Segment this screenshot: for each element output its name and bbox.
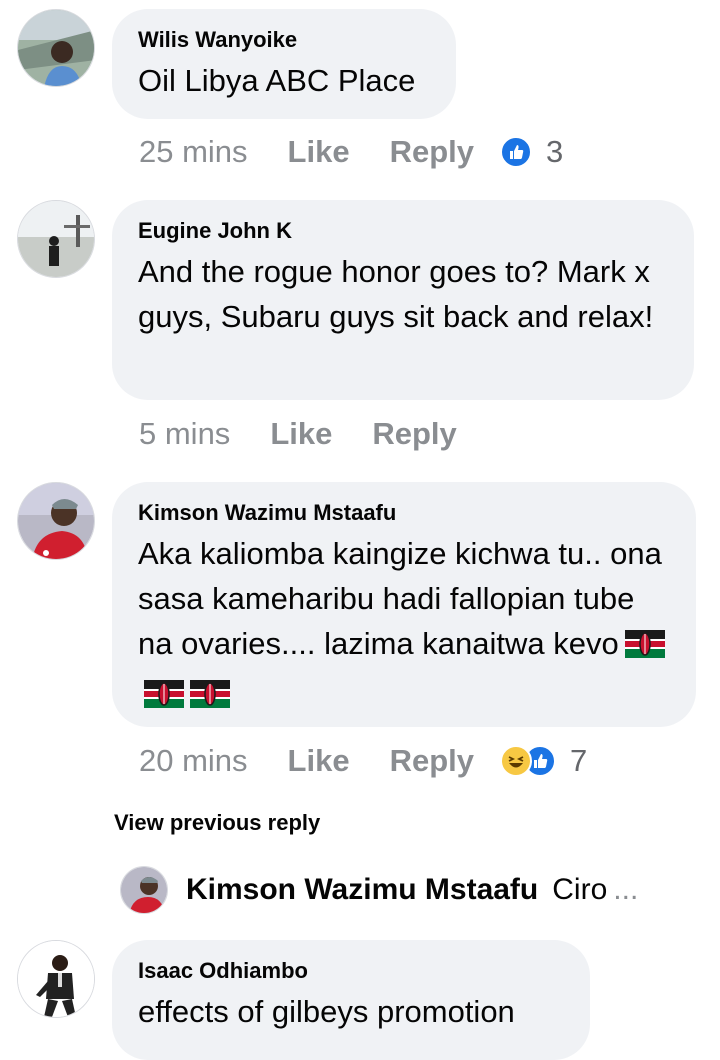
comment-text: Aka kaliomba kaingize kichwa tu.. ona sa… <box>138 531 670 721</box>
reactions-summary[interactable]: 3 <box>500 134 563 170</box>
like-icon <box>500 136 532 168</box>
view-previous-reply-link[interactable]: View previous reply <box>114 810 320 836</box>
kenya-flag-emoji <box>624 626 665 671</box>
comment-author[interactable]: Eugine John K <box>138 216 668 246</box>
avatar-photo <box>18 483 94 559</box>
avatar-photo <box>18 201 94 277</box>
comment-actions: 20 mins Like Reply 7 <box>139 743 587 779</box>
reaction-count: 7 <box>570 743 588 778</box>
comment-author[interactable]: Wilis Wanyoike <box>138 25 430 55</box>
avatar-photo <box>121 867 167 913</box>
comment-bubble: Isaac Odhiambo effects of gilbeys promot… <box>112 940 590 1060</box>
comment-bubble: Eugine John K And the rogue honor goes t… <box>112 200 694 400</box>
reactions-summary[interactable]: 7 <box>500 743 587 779</box>
kenya-flag-emoji <box>144 676 184 721</box>
avatar[interactable] <box>120 866 168 914</box>
comment-author[interactable]: Isaac Odhiambo <box>138 956 564 986</box>
comment-actions: 5 mins Like Reply <box>139 416 457 452</box>
comment-text: Oil Libya ABC Place <box>138 63 416 98</box>
comment-bubble: Kimson Wazimu Mstaafu Aka kaliomba kaing… <box>112 482 696 727</box>
reply-author[interactable]: Kimson Wazimu Mstaafu <box>186 873 538 907</box>
avatar[interactable] <box>17 9 95 87</box>
avatar-photo <box>18 941 94 1017</box>
reaction-count: 3 <box>546 134 564 169</box>
reply-button[interactable]: Reply <box>390 743 474 779</box>
avatar[interactable] <box>17 200 95 278</box>
reply-snippet: Ciro <box>552 873 608 906</box>
timestamp[interactable]: 25 mins <box>139 134 248 170</box>
comment-author[interactable]: Kimson Wazimu Mstaafu <box>138 498 670 528</box>
haha-icon <box>500 745 532 777</box>
comment-text: effects of gilbeys promotion <box>138 994 515 1029</box>
like-button[interactable]: Like <box>288 134 350 170</box>
avatar[interactable] <box>17 940 95 1018</box>
comment-text-body: Aka kaliomba kaingize kichwa tu.. ona sa… <box>138 536 662 661</box>
reply-ellipsis: ... <box>613 873 639 906</box>
like-button[interactable]: Like <box>288 743 350 779</box>
kenya-flag-emoji <box>190 676 230 721</box>
comment-text: And the rogue honor goes to? Mark x guys… <box>138 254 654 334</box>
avatar-photo <box>18 10 94 86</box>
collapsed-reply[interactable]: Kimson Wazimu Mstaafu Ciro ... <box>120 866 638 914</box>
like-button[interactable]: Like <box>270 416 332 452</box>
comment-bubble: Wilis Wanyoike Oil Libya ABC Place <box>112 9 456 119</box>
reply-button[interactable]: Reply <box>390 134 474 170</box>
timestamp[interactable]: 20 mins <box>139 743 248 779</box>
avatar[interactable] <box>17 482 95 560</box>
timestamp[interactable]: 5 mins <box>139 416 230 452</box>
comment-actions: 25 mins Like Reply 3 <box>139 134 563 170</box>
reply-button[interactable]: Reply <box>372 416 456 452</box>
